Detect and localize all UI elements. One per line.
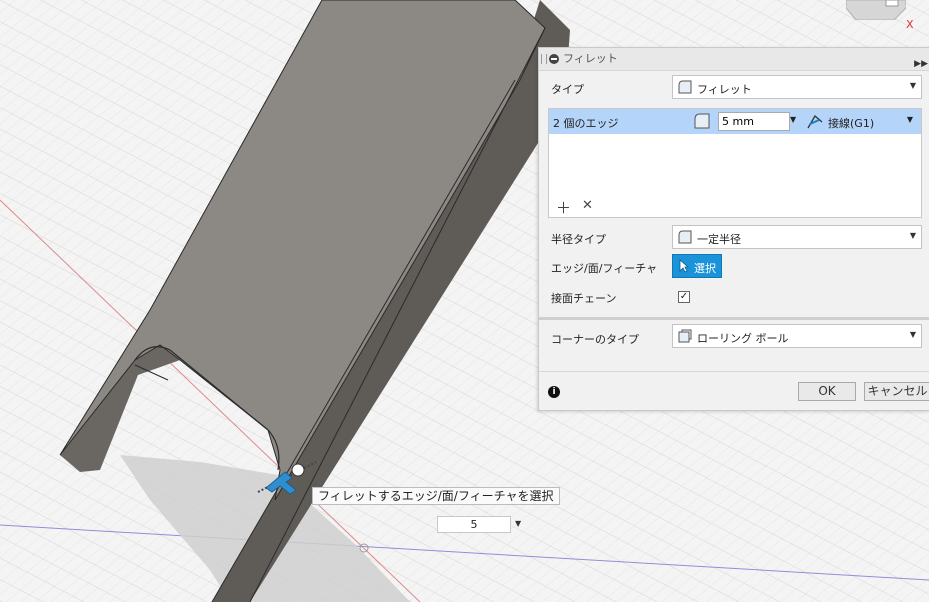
selection-tooltip: フィレットするエッジ/面/フィーチャを選択 (312, 487, 560, 505)
chevron-down-icon: ▼ (909, 231, 916, 240)
ok-button[interactable]: OK (798, 382, 856, 401)
edge-count: 2 個のエッジ (553, 117, 619, 130)
add-icon[interactable]: ＋ (556, 197, 571, 218)
type-select[interactable]: フィレット ▼ (672, 75, 922, 99)
info-icon[interactable]: i (548, 386, 560, 398)
remove-icon[interactable]: ✕ (582, 198, 593, 213)
constant-radius-icon (678, 230, 692, 244)
heads-up-radius-input[interactable]: 5 (437, 516, 511, 533)
dialog-title: フィレット (563, 52, 618, 65)
expand-icon[interactable]: ▶▶ (914, 53, 928, 75)
collapse-icon[interactable] (549, 54, 559, 64)
tangent-chain-checkbox[interactable]: ✓ (678, 291, 690, 303)
chevron-down-icon: ▼ (909, 81, 916, 90)
fillet-icon (678, 80, 692, 94)
corner-type-select[interactable]: ローリング ボール ▼ (672, 324, 922, 348)
cancel-button[interactable]: キャンセル (864, 382, 929, 401)
radius-type-label: 半径タイプ (551, 233, 606, 246)
heads-up-dropdown-icon[interactable]: ▼ (515, 519, 521, 528)
fillet-dialog: フィレット ▶▶ タイプ フィレット ▼ 2 個のエッジ ▼ 接線(G1) (538, 47, 929, 411)
radius-type-select[interactable]: 一定半径 ▼ (672, 225, 922, 249)
cursor-icon (679, 259, 689, 273)
dialog-header[interactable]: フィレット ▶▶ (539, 48, 929, 71)
tangent-dropdown-icon[interactable]: ▼ (907, 115, 913, 124)
edge-selection-row[interactable]: 2 個のエッジ ▼ 接線(G1) ▼ (549, 109, 921, 134)
x-axis-label: X (906, 18, 914, 31)
select-button[interactable]: 選択 (672, 254, 722, 278)
tangent-icon (807, 114, 823, 129)
drag-grip-icon[interactable] (541, 54, 547, 64)
divider (539, 317, 929, 320)
rolling-ball-icon (678, 329, 692, 343)
chevron-down-icon: ▼ (909, 330, 916, 339)
tangent-value: 接線(G1) (828, 117, 875, 130)
fillet-radius-icon (694, 113, 710, 129)
corner-type-label: コーナーのタイプ (551, 333, 639, 346)
tangent-chain-label: 接面チェーン (551, 292, 617, 305)
radius-dropdown-icon[interactable]: ▼ (790, 115, 796, 124)
type-value: フィレット (697, 83, 752, 96)
edge-selection-panel: 2 個のエッジ ▼ 接線(G1) ▼ ＋ ✕ (548, 108, 922, 218)
edge-face-feature-label: エッジ/面/フィーチャ (551, 262, 658, 275)
radius-input[interactable] (718, 112, 790, 131)
corner-type-value: ローリング ボール (697, 332, 789, 345)
divider (539, 371, 929, 372)
type-label: タイプ (551, 83, 584, 96)
select-button-label: 選択 (694, 262, 716, 275)
view-cube[interactable] (845, 0, 907, 21)
radius-type-value: 一定半径 (697, 233, 741, 246)
